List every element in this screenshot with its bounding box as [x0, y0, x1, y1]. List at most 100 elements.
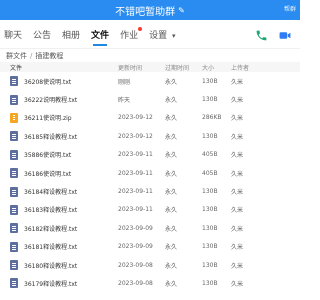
table-header: 文件 更新时间 过期时间 大小 上传者	[0, 62, 300, 72]
tab-chat[interactable]: 聊天	[4, 24, 22, 45]
file-name[interactable]: 36184释设教程.txt	[24, 187, 77, 196]
table-row[interactable]: 36179释设教程.txt 2023-09-08 永久 130B 久米	[0, 274, 300, 292]
table-row[interactable]: 36222说明教程.txt 昨天 永久 130B 久米	[0, 90, 300, 108]
column-expire[interactable]: 过期时间	[165, 63, 202, 72]
file-size: 130B	[202, 243, 218, 251]
file-size: 130B	[202, 188, 218, 196]
tab-settings-label: 设置	[149, 30, 168, 41]
file-size: 130B	[202, 279, 218, 287]
text-file-icon	[10, 241, 18, 252]
video-icon[interactable]	[278, 28, 292, 42]
file-uploader: 久米	[231, 207, 244, 215]
title-bar: 不错吧暂助群 ✎ 帮群	[0, 0, 300, 20]
tab-settings[interactable]: 设置 ▾	[149, 24, 175, 45]
file-expire: 永久	[165, 225, 178, 233]
text-file-icon	[10, 94, 18, 105]
text-file-icon	[10, 149, 18, 160]
table-row[interactable]: 36181释设教程.txt 2023-09-09 永久 130B 久米	[0, 238, 300, 256]
table-row[interactable]: 36211使说明.zip 2023-09-12 永久 286KB 久米	[0, 109, 300, 127]
file-expire: 永久	[165, 244, 178, 252]
file-expire: 永久	[165, 207, 178, 215]
file-size: 130B	[202, 132, 218, 140]
text-file-icon	[10, 168, 18, 179]
group-title: 不错吧暂助群	[115, 6, 176, 18]
tab-homework[interactable]: 作业	[120, 24, 143, 45]
text-file-icon	[10, 76, 18, 87]
file-uploader: 久米	[231, 133, 244, 141]
file-size: 286KB	[202, 114, 222, 122]
group-window: 不错吧暂助群 ✎ 帮群 聊天 公告 相册 文件 作业 设置 ▾ 群文件 / 插建…	[0, 0, 300, 300]
pencil-icon[interactable]: ✎	[178, 6, 185, 15]
file-expire: 永久	[165, 280, 178, 288]
column-size[interactable]: 大小	[202, 63, 231, 72]
file-name[interactable]: 36183释设教程.txt	[24, 205, 77, 214]
file-expire: 永久	[165, 189, 178, 197]
table-row[interactable]: 36208使说明.txt 刚刚 永久 130B 久米	[0, 72, 300, 90]
file-size: 130B	[202, 96, 218, 104]
file-updated: 2023-09-12	[118, 132, 153, 140]
table-row[interactable]: 36183释设教程.txt 2023-09-11 永久 130B 久米	[0, 201, 300, 219]
file-name[interactable]: 35886使说明.txt	[24, 150, 71, 159]
file-name[interactable]: 36186使说明.txt	[24, 169, 71, 178]
file-expire: 永久	[165, 133, 178, 141]
file-updated: 昨天	[118, 97, 131, 105]
file-updated: 2023-09-11	[118, 151, 153, 159]
tab-bar: 聊天 公告 相册 文件 作业 设置 ▾	[0, 20, 300, 48]
file-updated: 2023-09-11	[118, 188, 153, 196]
file-updated: 2023-09-08	[118, 261, 153, 269]
table-row[interactable]: 36182释设教程.txt 2023-09-09 永久 130B 久米	[0, 219, 300, 237]
file-updated: 2023-09-11	[118, 206, 153, 214]
file-expire: 永久	[165, 262, 178, 270]
text-file-icon	[10, 260, 18, 271]
column-updated[interactable]: 更新时间	[118, 63, 165, 72]
table-row[interactable]: 36186使说明.txt 2023-09-11 永久 405B 久米	[0, 164, 300, 182]
tab-announcements[interactable]: 公告	[33, 24, 51, 45]
file-expire: 永久	[165, 152, 178, 160]
call-actions	[254, 28, 292, 42]
file-updated: 刚刚	[118, 78, 131, 86]
file-name[interactable]: 36222说明教程.txt	[24, 95, 77, 104]
file-updated: 2023-09-09	[118, 224, 153, 232]
column-name[interactable]: 文件	[0, 63, 118, 72]
file-uploader: 久米	[231, 152, 244, 160]
file-uploader: 久米	[231, 97, 244, 105]
file-name[interactable]: 36180释设教程.txt	[24, 261, 77, 270]
table-row[interactable]: 36185释设教程.txt 2023-09-12 永久 130B 久米	[0, 127, 300, 145]
tab-files[interactable]: 文件	[91, 24, 109, 46]
file-uploader: 久米	[231, 78, 244, 86]
breadcrumb: 群文件 / 插建教程	[0, 48, 300, 63]
file-size: 405B	[202, 151, 218, 159]
file-name[interactable]: 36179释设教程.txt	[24, 279, 77, 288]
file-updated: 2023-09-12	[118, 114, 153, 122]
breadcrumb-root[interactable]: 群文件	[6, 51, 27, 61]
file-name[interactable]: 36211使说明.zip	[24, 113, 72, 122]
file-expire: 永久	[165, 97, 178, 105]
file-size: 405B	[202, 169, 218, 177]
tab-album[interactable]: 相册	[62, 24, 80, 45]
file-updated: 2023-09-11	[118, 169, 153, 177]
file-name[interactable]: 36181释设教程.txt	[24, 242, 77, 251]
text-file-icon	[10, 131, 18, 142]
notification-dot	[138, 26, 143, 31]
file-uploader: 久米	[231, 170, 244, 178]
file-size: 130B	[202, 206, 218, 214]
file-name[interactable]: 36182释设教程.txt	[24, 224, 77, 233]
file-size: 130B	[202, 224, 218, 232]
table-row[interactable]: 36184释设教程.txt 2023-09-11 永久 130B 久米	[0, 182, 300, 200]
file-name[interactable]: 36208使说明.txt	[24, 77, 71, 86]
file-expire: 永久	[165, 170, 178, 178]
tab-homework-label: 作业	[120, 30, 139, 41]
zip-file-icon	[10, 112, 18, 123]
phone-icon[interactable]	[254, 28, 268, 42]
chevron-down-icon: ▾	[171, 31, 176, 40]
text-file-icon	[10, 223, 18, 234]
table-row[interactable]: 35886使说明.txt 2023-09-11 永久 405B 久米	[0, 146, 300, 164]
column-uploader[interactable]: 上传者	[231, 63, 271, 72]
file-updated: 2023-09-09	[118, 243, 153, 251]
breadcrumb-current: 插建教程	[35, 52, 64, 60]
file-uploader: 久米	[231, 115, 244, 123]
file-name[interactable]: 36185释设教程.txt	[24, 132, 77, 141]
table-row[interactable]: 36180释设教程.txt 2023-09-08 永久 130B 久米	[0, 256, 300, 274]
file-expire: 永久	[165, 78, 178, 86]
file-table: 文件 更新时间 过期时间 大小 上传者 36208使说明.txt 刚刚 永久 1…	[0, 62, 300, 293]
